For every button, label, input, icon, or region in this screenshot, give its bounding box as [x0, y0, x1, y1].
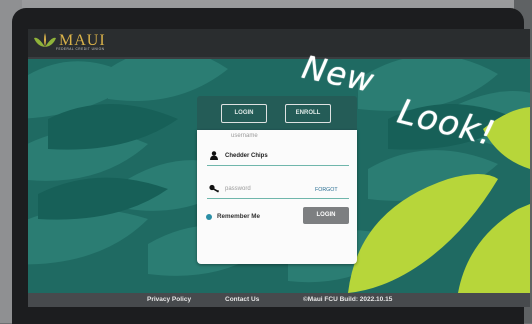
login-card: username Chedder Chips password FORGOT R…: [197, 130, 357, 264]
username-field[interactable]: Chedder Chips: [225, 153, 268, 159]
tab-enroll[interactable]: ENROLL: [285, 104, 331, 123]
privacy-policy-link[interactable]: Privacy Policy: [147, 296, 191, 303]
login-card-header: LOGIN ENROLL: [197, 96, 357, 130]
password-field[interactable]: password: [225, 186, 251, 192]
login-button[interactable]: LOGIN: [303, 207, 349, 224]
contact-us-link[interactable]: Contact Us: [225, 296, 259, 303]
remember-me-radio[interactable]: [206, 214, 212, 220]
tab-login[interactable]: LOGIN: [221, 104, 267, 123]
laptop-screen: MAUI FEDERAL CREDIT UNION LOGIN ENROLL u…: [28, 29, 530, 307]
username-underline: [207, 165, 349, 166]
user-icon: [210, 151, 218, 160]
forgot-link[interactable]: FORGOT: [315, 187, 338, 193]
remember-me-label: Remember Me: [217, 213, 261, 220]
password-underline: [207, 198, 349, 199]
key-icon: [209, 184, 219, 193]
copyright-build: ©Maui FCU Build: 2022.10.15: [303, 296, 393, 303]
app-header: MAUI FEDERAL CREDIT UNION: [28, 29, 530, 59]
logo-subtext: FEDERAL CREDIT UNION: [56, 47, 105, 51]
app-footer: Privacy Policy Contact Us ©Maui FCU Buil…: [28, 293, 530, 307]
leaf-logo-icon: [34, 33, 56, 47]
username-label: username: [231, 133, 258, 139]
